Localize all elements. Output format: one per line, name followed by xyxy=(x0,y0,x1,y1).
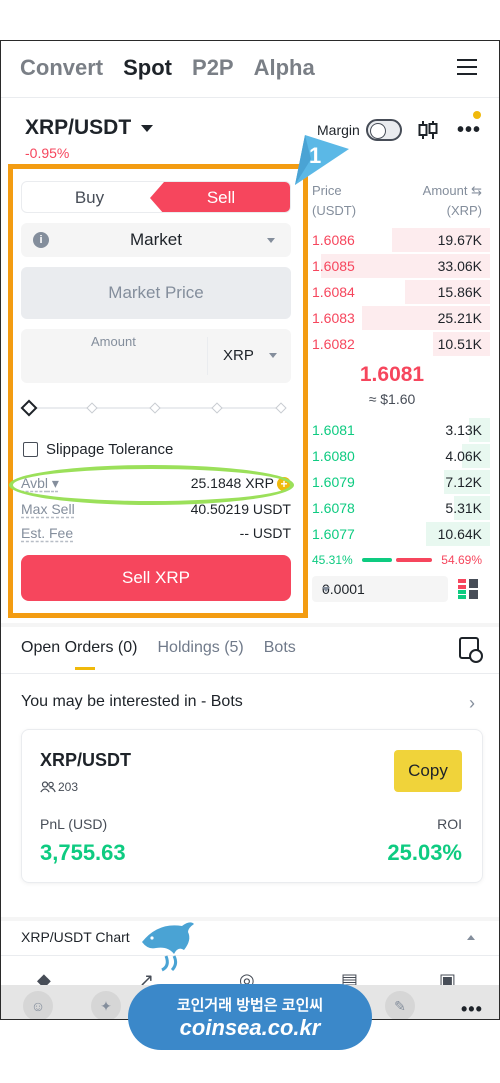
roi-value: 25.03% xyxy=(387,840,462,865)
bid-amount: 10.64K xyxy=(437,526,482,542)
last-price-usd: ≈ $1.60 xyxy=(368,391,416,407)
ask-price: 1.6083 xyxy=(312,310,355,326)
tab-open-orders[interactable]: Open Orders (0) xyxy=(21,639,137,657)
more-icon[interactable]: ••• xyxy=(461,999,483,1019)
bid-price: 1.6078 xyxy=(312,500,355,516)
ask-amount: 19.67K xyxy=(437,232,482,248)
bid-row[interactable]: 1.6080 4.06K xyxy=(312,443,490,469)
ask-price: 1.6082 xyxy=(312,336,355,352)
bid-amount: 4.06K xyxy=(445,448,482,464)
ask-price: 1.6085 xyxy=(312,258,355,274)
chart-section-title[interactable]: XRP/USDT Chart xyxy=(21,929,130,945)
copy-bot-button[interactable]: Copy xyxy=(394,750,462,792)
candlestick-chart-icon[interactable] xyxy=(417,119,439,146)
buy-ratio-bar xyxy=(362,558,392,562)
ask-price: 1.6084 xyxy=(312,284,355,300)
interest-title[interactable]: You may be interested in - Bots xyxy=(21,693,243,711)
bot-users-count: 203 xyxy=(58,780,79,794)
roi-label: ROI xyxy=(437,816,462,832)
bid-amount: 7.12K xyxy=(445,474,482,490)
pair-change: -0.95% xyxy=(25,145,70,161)
bottom-nav: ◆ ↗ ◎ ▤ ▣ xyxy=(1,955,499,990)
nav-tab-alpha[interactable]: Alpha xyxy=(254,55,315,81)
users-icon xyxy=(40,781,56,793)
ask-row[interactable]: 1.6086 19.67K xyxy=(312,227,490,253)
precision-select[interactable]: 0.0001 xyxy=(312,576,448,602)
orders-tabs: Open Orders (0) Holdings (5) Bots xyxy=(21,639,296,657)
chevron-down-icon xyxy=(322,587,330,592)
dolphin-logo-icon xyxy=(142,922,194,972)
watermark-banner: 코인거래 방법은 코인씨 coinsea.co.kr xyxy=(128,984,372,1050)
bot-users: 203 xyxy=(40,780,78,794)
chevron-down-icon xyxy=(141,124,154,132)
pnl-label: PnL (USD) xyxy=(40,816,108,832)
tabs-divider xyxy=(1,673,499,674)
ask-row[interactable]: 1.6084 15.86K xyxy=(312,279,490,305)
watermark-line2: coinsea.co.kr xyxy=(179,1014,321,1040)
pair-symbol: XRP/USDT xyxy=(25,116,132,139)
nav-tab-p2p[interactable]: P2P xyxy=(192,55,234,81)
ask-amount: 25.21K xyxy=(437,310,482,326)
ask-row[interactable]: 1.6082 10.51K xyxy=(312,331,490,357)
ask-amount: 10.51K xyxy=(437,336,482,352)
price-header: Price xyxy=(312,183,342,198)
buy-ratio: 45.31% xyxy=(312,553,353,567)
bid-row[interactable]: 1.6081 3.13K xyxy=(312,417,490,443)
bid-amount: 3.13K xyxy=(445,422,482,438)
app-frame: Convert Spot P2P Alpha XRP/USDT -0.95% M… xyxy=(0,40,500,1020)
ask-row[interactable]: 1.6083 25.21K xyxy=(312,305,490,331)
sell-ratio: 54.69% xyxy=(441,553,482,567)
chevron-right-icon[interactable]: › xyxy=(469,693,475,714)
annotation-number: 1 xyxy=(309,143,322,168)
ask-amount: 15.86K xyxy=(437,284,482,300)
bid-price: 1.6080 xyxy=(312,448,355,464)
buy-sell-ratio: 45.31% 54.69% xyxy=(312,553,482,567)
active-tab-indicator xyxy=(75,667,95,670)
last-price[interactable]: 1.6081 xyxy=(312,363,472,387)
bid-price: 1.6079 xyxy=(312,474,355,490)
price-unit: (USDT) xyxy=(312,203,357,218)
bid-row[interactable]: 1.6077 10.64K xyxy=(312,521,490,547)
ask-amount: 33.06K xyxy=(437,258,482,274)
tab-bots[interactable]: Bots xyxy=(264,639,296,657)
order-history-icon[interactable] xyxy=(459,637,483,663)
pair-selector[interactable]: XRP/USDT xyxy=(25,116,154,140)
bid-price: 1.6077 xyxy=(312,526,355,542)
bot-card[interactable]: XRP/USDT 203 Copy PnL (USD) ROI 3,755.63… xyxy=(21,729,483,883)
sparkle-icon[interactable]: ✦ xyxy=(91,991,121,1019)
more-options-icon[interactable]: ••• xyxy=(457,119,481,142)
order-book-layout-icon[interactable] xyxy=(458,579,478,599)
watermark-line1: 코인거래 방법은 코인씨 xyxy=(176,996,324,1014)
bot-pair: XRP/USDT xyxy=(40,750,132,770)
emoji-icon[interactable]: ☺ xyxy=(23,991,53,1019)
top-nav: Convert Spot P2P Alpha xyxy=(20,55,315,81)
edit-icon[interactable]: ✎ xyxy=(385,991,415,1019)
bid-amount: 5.31K xyxy=(445,500,482,516)
section-divider xyxy=(1,917,499,921)
header-divider xyxy=(1,97,499,98)
ask-row[interactable]: 1.6085 33.06K xyxy=(312,253,490,279)
margin-toggle[interactable] xyxy=(365,119,402,141)
pnl-value: 3,755.63 xyxy=(40,840,126,865)
nav-tab-convert[interactable]: Convert xyxy=(20,55,103,81)
bid-row[interactable]: 1.6078 5.31K xyxy=(312,495,490,521)
amount-header[interactable]: Amount ⇆ xyxy=(423,181,482,201)
tab-holdings[interactable]: Holdings (5) xyxy=(157,639,243,657)
section-divider xyxy=(1,623,499,627)
hamburger-menu-icon[interactable] xyxy=(457,59,477,75)
nav-tab-spot[interactable]: Spot xyxy=(123,55,172,81)
bid-row[interactable]: 1.6079 7.12K xyxy=(312,469,490,495)
sell-ratio-bar xyxy=(396,558,432,562)
bid-price: 1.6081 xyxy=(312,422,355,438)
notification-dot xyxy=(473,111,481,119)
ask-price: 1.6086 xyxy=(312,232,355,248)
chevron-up-icon[interactable] xyxy=(467,935,475,940)
annotation-highlight-box xyxy=(8,164,308,618)
annotation-highlight-oval xyxy=(9,465,294,505)
amount-unit: (XRP) xyxy=(446,203,482,218)
